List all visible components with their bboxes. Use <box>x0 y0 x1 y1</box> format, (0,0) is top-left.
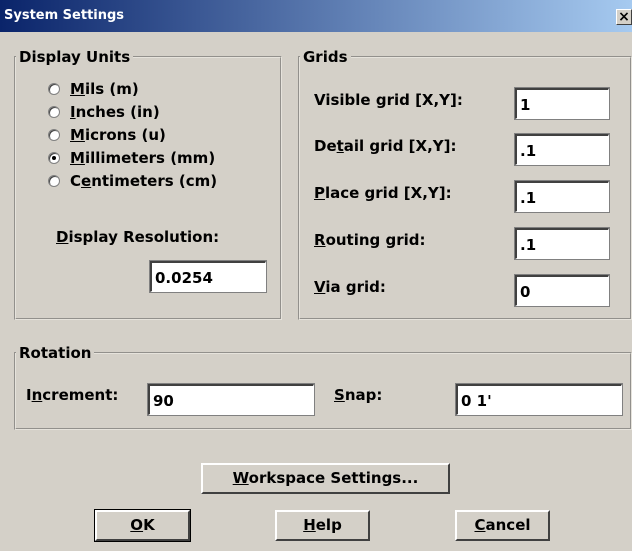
help-button[interactable]: Help <box>275 510 370 541</box>
radio-microns-label: Microns (u) <box>70 126 166 144</box>
visible-grid-label: Visible grid [X,Y]: <box>314 91 463 109</box>
place-grid-label: Place grid [X,Y]: <box>314 184 452 202</box>
detail-grid-label: Detail grid [X,Y]: <box>314 137 457 155</box>
increment-label: Increment: <box>26 386 119 404</box>
radio-millimeters[interactable]: Millimeters (mm) <box>48 147 215 169</box>
radio-mils-label: Mils (m) <box>70 80 139 98</box>
grids-legend: Grids <box>303 48 348 66</box>
cancel-button[interactable]: Cancel <box>455 510 550 541</box>
routing-grid-input[interactable]: .1 <box>514 227 610 260</box>
radio-button-icon[interactable] <box>48 106 60 118</box>
detail-grid-input[interactable]: .1 <box>514 133 610 166</box>
via-grid-input[interactable]: 0 <box>514 274 610 307</box>
radio-button-icon[interactable] <box>48 83 60 95</box>
radio-mils[interactable]: Mils (m) <box>48 78 139 100</box>
radio-centimeters[interactable]: Centimeters (cm) <box>48 170 217 192</box>
radio-microns[interactable]: Microns (u) <box>48 124 166 146</box>
routing-grid-label: Routing grid: <box>314 231 426 249</box>
radio-millimeters-label: Millimeters (mm) <box>70 149 216 167</box>
radio-centimeters-label: Centimeters (cm) <box>70 172 218 190</box>
display-units-legend: Display Units <box>19 48 131 66</box>
snap-label: Snap: <box>334 386 383 404</box>
radio-button-selected-icon[interactable] <box>48 152 60 164</box>
place-grid-input[interactable]: .1 <box>514 180 610 213</box>
display-resolution-input[interactable]: 0.0254 <box>149 260 267 293</box>
workspace-settings-button[interactable]: Workspace Settings... <box>201 463 450 494</box>
visible-grid-input[interactable]: 1 <box>514 87 610 120</box>
ok-button[interactable]: OK <box>94 509 191 542</box>
snap-input[interactable]: 0 1' <box>455 383 623 416</box>
window-title: System Settings <box>4 8 125 23</box>
via-grid-label: Via grid: <box>314 278 386 296</box>
radio-inches-label: Inches (in) <box>70 103 160 121</box>
rotation-legend: Rotation <box>19 344 92 362</box>
increment-input[interactable]: 90 <box>147 383 315 416</box>
close-icon[interactable]: × <box>616 9 632 25</box>
radio-button-icon[interactable] <box>48 175 60 187</box>
display-resolution-label: Display Resolution: <box>56 228 220 246</box>
radio-inches[interactable]: Inches (in) <box>48 101 160 123</box>
title-bar: System Settings × <box>0 0 632 32</box>
radio-button-icon[interactable] <box>48 129 60 141</box>
